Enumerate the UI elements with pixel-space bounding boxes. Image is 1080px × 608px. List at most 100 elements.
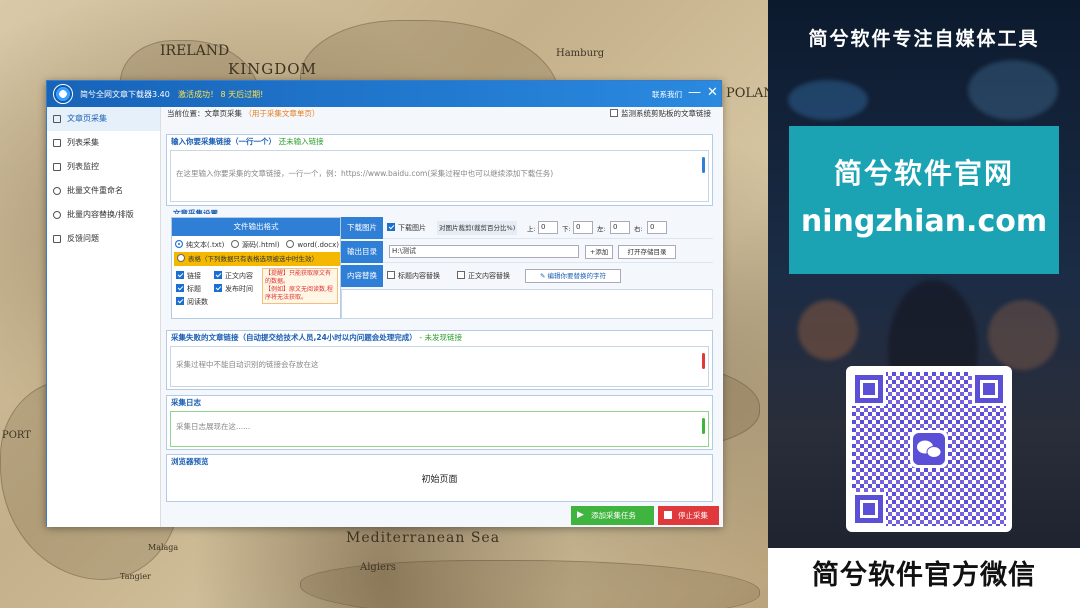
map-label: PORT	[2, 430, 31, 441]
failed-status: - 未发现链接	[419, 333, 463, 342]
crop-bottom-input[interactable]: 0	[573, 221, 593, 234]
format-docx-radio[interactable]: word(.docx)	[286, 240, 339, 249]
sidebar-item-label: 文章页采集	[67, 114, 107, 123]
play-icon: ▶	[577, 510, 584, 520]
promo-site-title: 简兮软件官网	[833, 157, 1014, 190]
format-label: word(.docx)	[297, 241, 339, 249]
scrollbar[interactable]	[702, 418, 705, 434]
document-icon	[53, 115, 61, 123]
replace-rules-area[interactable]	[341, 289, 713, 319]
download-images-checkbox[interactable]: 下载图片	[387, 223, 426, 233]
log-textarea[interactable]: 采集日志展现在这......	[170, 411, 709, 447]
replace-icon	[53, 211, 61, 219]
list-icon	[53, 139, 61, 147]
browser-preview-pane[interactable]: 初始页面	[170, 469, 709, 499]
sidebar-item-label: 批量文件重命名	[67, 186, 123, 195]
sidebar-item-label: 列表监控	[67, 162, 99, 171]
contact-us-link[interactable]: 联系我们	[652, 89, 682, 100]
crop-right-input[interactable]: 0	[647, 221, 667, 234]
map-label: POLAND	[726, 86, 768, 101]
section-title: 采集失败的文章链接（自动提交给技术人员,24小时以内问题会处理完成）	[171, 333, 417, 342]
field-label: 标题	[187, 285, 201, 293]
sidebar-item-monitor[interactable]: 列表监控	[47, 155, 160, 179]
map-label: Algiers	[360, 562, 396, 573]
field-label: 正文内容	[225, 272, 253, 280]
sidebar-item-article[interactable]: 文章页采集	[47, 107, 160, 131]
qr-code-icon	[852, 372, 1006, 526]
crop-left-input[interactable]: 0	[610, 221, 630, 234]
format-table-radio[interactable]: 表格（下列数据只有表格选项被选中时生效）	[174, 252, 340, 266]
add-task-button[interactable]: ▶ 添加采集任务	[571, 506, 654, 525]
edit-replace-button[interactable]: ✎ 编辑你要替换的字符	[525, 269, 621, 283]
download-images-row: 下载图片 下载图片 对图片裁剪(裁剪百分比%) 上: 0 下: 0 左: 0 右…	[341, 217, 713, 239]
checkbox-icon	[176, 271, 184, 279]
field-title-checkbox[interactable]: 标题	[176, 283, 214, 296]
stop-label: 停止采集	[678, 511, 708, 520]
download-images-checkbox-label: 下载图片	[398, 224, 426, 232]
main-panel: 当前位置：文章页采集 （用于采集文章单页） 监测系统剪贴板的文章链接 输入你要采…	[161, 107, 723, 527]
crop-right-label: 右:	[634, 225, 643, 233]
map-label: Hamburg	[556, 48, 605, 59]
field-content-checkbox[interactable]: 正文内容	[214, 271, 253, 280]
crop-top-input[interactable]: 0	[538, 221, 558, 234]
open-dir-button[interactable]: 打开存储目录	[618, 245, 676, 259]
body-replace-checkbox[interactable]: 正文内容替换	[457, 271, 510, 281]
add-dir-button[interactable]: +添加	[585, 245, 613, 259]
sidebar-item-feedback[interactable]: 反馈问题	[47, 227, 160, 251]
sidebar-item-label: 反馈问题	[67, 234, 99, 243]
edit-icon: ✎	[539, 272, 548, 280]
minimize-button[interactable]: —	[688, 85, 701, 101]
checkbox-icon	[176, 297, 184, 305]
link-input-textarea[interactable]: 在这里输入你要采集的文章链接，一行一个，例：https://www.baidu.…	[170, 150, 709, 202]
stop-button[interactable]: 停止采集	[658, 506, 719, 525]
app-logo-icon	[53, 84, 73, 104]
radio-icon	[177, 254, 185, 262]
breadcrumb-prefix: 当前位置：	[167, 109, 205, 118]
section-title: 采集日志	[171, 398, 201, 407]
activation-status: 激活成功！ 8 天后过期!	[178, 90, 264, 99]
output-dir-row: 输出目录 H:\测试 +添加 打开存储目录	[341, 241, 713, 263]
field-time-checkbox[interactable]: 发布时间	[214, 284, 253, 293]
checkbox-icon	[176, 284, 184, 292]
wechat-qr-code	[846, 366, 1012, 532]
title-replace-checkbox[interactable]: 标题内容替换	[387, 271, 440, 281]
map-label: Mediterranean Sea	[346, 530, 501, 546]
input-links-section: 输入你要采集链接（一行一个） 还未输入链接 在这里输入你要采集的文章链接，一行一…	[166, 134, 713, 206]
format-txt-radio[interactable]: 纯文本(.txt)	[175, 240, 224, 249]
radio-icon	[286, 240, 295, 248]
close-button[interactable]: ✕	[707, 85, 718, 101]
body-replace-label: 正文内容替换	[468, 272, 510, 280]
sidebar-item-rename[interactable]: 批量文件重命名	[47, 179, 160, 203]
feedback-icon	[53, 235, 61, 243]
checkbox-icon	[387, 271, 395, 279]
format-label: 源码(.html)	[242, 241, 280, 249]
promo-top-banner: 简兮软件专注自媒体工具	[808, 28, 1040, 50]
sidebar-item-replace[interactable]: 批量内容替换/排版	[47, 203, 160, 227]
sidebar-item-label: 批量内容替换/排版	[67, 210, 134, 219]
output-format-header: 文件输出格式	[172, 218, 340, 236]
field-link-checkbox[interactable]: 链接	[176, 270, 214, 283]
sidebar-item-list[interactable]: 列表采集	[47, 131, 160, 155]
table-option-label: 表格（下列数据只有表格选项被选中时生效）	[188, 255, 318, 263]
map-label: KINGDOM	[228, 60, 317, 78]
field-reads-checkbox[interactable]: 阅读数	[176, 297, 208, 306]
format-radio-group: 纯文本(.txt) 源码(.html) word(.docx)	[172, 236, 340, 250]
app-window: 简兮全网文章下载器3.40 激活成功！ 8 天后过期! 联系我们 — ✕ 文章页…	[46, 80, 723, 527]
crop-bottom-label: 下:	[562, 225, 571, 233]
output-format-panel: 文件输出格式 纯文本(.txt) 源码(.html) word(.docx) 表…	[171, 217, 341, 319]
stop-icon	[664, 511, 672, 519]
title-replace-label: 标题内容替换	[398, 272, 440, 280]
format-html-radio[interactable]: 源码(.html)	[231, 240, 280, 249]
field-label: 阅读数	[187, 298, 208, 306]
output-dir-input[interactable]: H:\测试	[389, 245, 579, 258]
failed-links-textarea[interactable]: 采集过程中不能自动识别的链接会存放在这	[170, 346, 709, 387]
scrollbar[interactable]	[702, 353, 705, 369]
settings-section: 文件输出格式 纯文本(.txt) 源码(.html) word(.docx) 表…	[166, 214, 713, 326]
radio-icon	[231, 240, 240, 248]
rename-icon	[53, 187, 61, 195]
scrollbar[interactable]	[702, 157, 705, 173]
clipboard-monitor-toggle[interactable]: 监测系统剪贴板的文章链接	[610, 107, 711, 121]
edit-replace-label: 编辑你要替换的字符	[547, 272, 607, 280]
output-dir-label: 输出目录	[341, 241, 383, 263]
title-bar: 简兮全网文章下载器3.40 激活成功！ 8 天后过期! 联系我们 — ✕	[47, 81, 721, 107]
